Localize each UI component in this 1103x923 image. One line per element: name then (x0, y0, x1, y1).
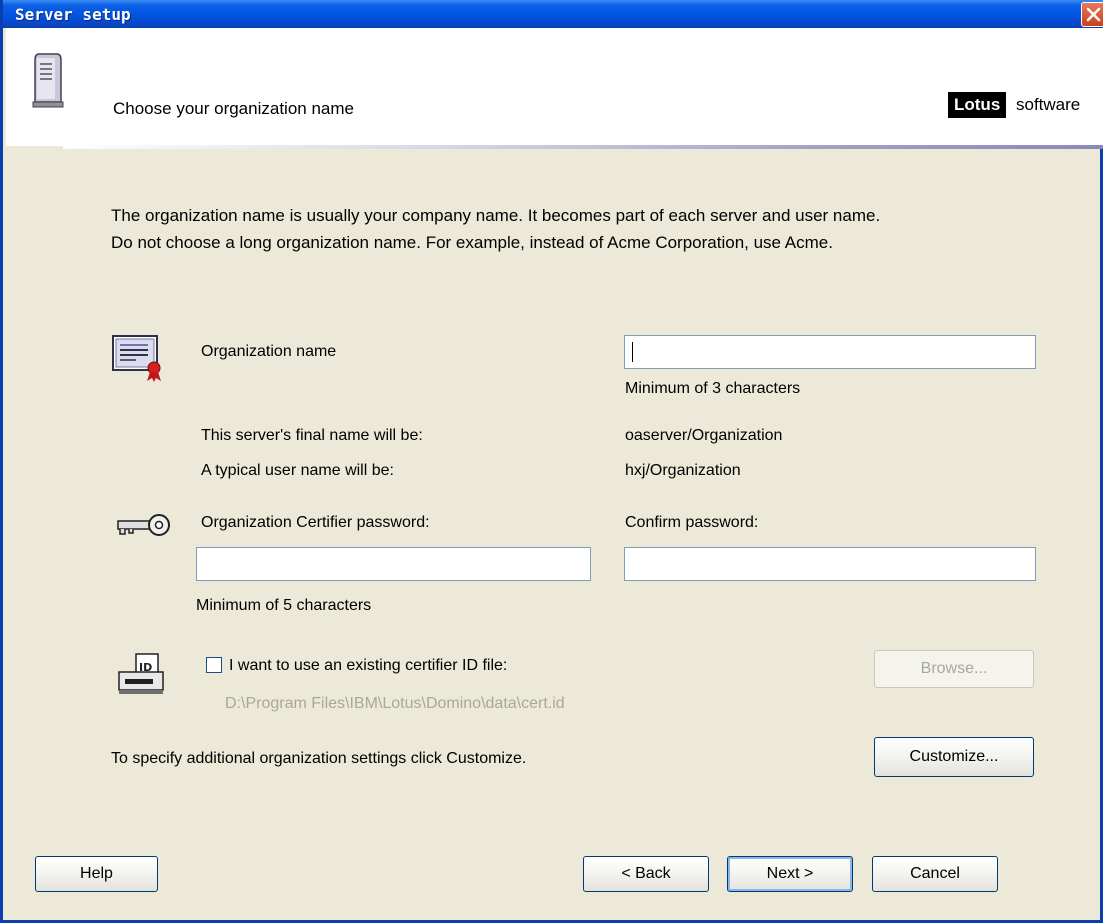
browse-button[interactable]: Browse... (874, 650, 1034, 688)
confirm-password-input[interactable] (624, 547, 1036, 581)
org-name-hint: Minimum of 3 characters (625, 380, 801, 397)
close-button[interactable] (1081, 2, 1103, 27)
customize-text: To specify additional organization setti… (111, 750, 527, 767)
certifier-password-input[interactable] (196, 547, 591, 581)
customize-button[interactable]: Customize... (874, 737, 1034, 777)
title-bar[interactable]: Server setup (3, 0, 1103, 28)
server-setup-dialog: Server setup Choose your organization na… (0, 0, 1103, 923)
use-existing-certifier-checkbox[interactable] (206, 657, 222, 673)
header-title: Choose your organization name (113, 99, 354, 118)
id-file-drive-icon: ID (118, 653, 164, 694)
server-name-value: oaserver/Organization (625, 427, 783, 444)
org-name-input[interactable] (624, 335, 1036, 369)
back-button[interactable]: < Back (583, 856, 709, 892)
next-button[interactable]: Next > (727, 856, 853, 892)
certifier-password-label: Organization Certifier password: (201, 514, 430, 531)
header-banner (6, 28, 1103, 146)
server-icon (32, 53, 64, 108)
server-name-label: This server's final name will be: (201, 427, 423, 444)
certifier-password-hint: Minimum of 5 characters (196, 597, 372, 614)
cancel-button[interactable]: Cancel (872, 856, 998, 892)
text-caret (632, 342, 633, 362)
use-existing-certifier-label[interactable]: I want to use an existing certifier ID f… (229, 657, 507, 675)
window-title: Server setup (15, 5, 131, 24)
help-button[interactable]: Help (35, 856, 158, 892)
close-icon (1086, 7, 1101, 22)
description-line-1: The organization name is usually your co… (111, 206, 881, 225)
org-name-label: Organization name (201, 343, 337, 360)
confirm-password-label: Confirm password: (625, 514, 759, 531)
user-name-value: hxj/Organization (625, 462, 741, 479)
certifier-file-path: D:\Program Files\IBM\Lotus\Domino\data\c… (225, 695, 565, 712)
description-line-2: Do not choose a long organization name. … (111, 233, 833, 252)
key-icon (117, 514, 170, 536)
lotus-suffix: software (1016, 95, 1081, 114)
certificate-icon (112, 335, 161, 382)
lotus-brand: Lotus (948, 92, 1007, 118)
user-name-label: A typical user name will be: (201, 462, 394, 479)
header-divider (63, 145, 1103, 149)
